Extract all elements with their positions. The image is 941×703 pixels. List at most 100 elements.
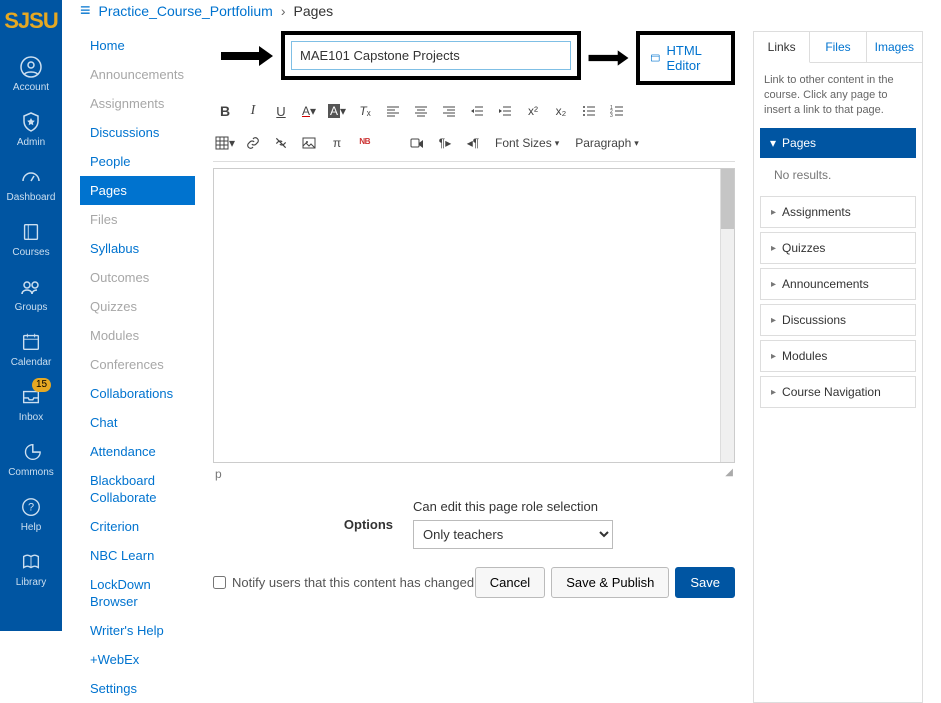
global-nav-commons[interactable]: Commons: [0, 431, 62, 486]
italic-button[interactable]: I: [241, 99, 265, 123]
save-publish-button[interactable]: Save & Publish: [551, 567, 669, 598]
course-nav-item[interactable]: Blackboard Collaborate: [80, 466, 195, 512]
people-icon: [18, 274, 44, 300]
global-nav-admin[interactable]: Admin: [0, 101, 62, 156]
edit-role-select[interactable]: Only teachers: [413, 520, 613, 549]
course-nav-item[interactable]: Announcements: [80, 60, 195, 89]
global-nav-library[interactable]: Library: [0, 541, 62, 596]
course-nav-item[interactable]: Chat: [80, 408, 195, 437]
global-nav-inbox[interactable]: 15 Inbox: [0, 376, 62, 431]
accordion-modules[interactable]: ▸Modules: [760, 340, 916, 372]
resize-handle-icon[interactable]: ◢: [725, 467, 733, 481]
record-button[interactable]: [405, 131, 429, 155]
accordion-quizzes[interactable]: ▸Quizzes: [760, 232, 916, 264]
global-nav-help[interactable]: ? Help: [0, 486, 62, 541]
scrollbar-thumb[interactable]: [721, 169, 734, 229]
global-nav-label: Dashboard: [7, 192, 56, 203]
clear-format-button[interactable]: Tₓ: [353, 99, 377, 123]
calendar-icon: [18, 329, 44, 355]
course-nav-item[interactable]: LockDown Browser: [80, 570, 195, 616]
bullet-list-button[interactable]: [577, 99, 601, 123]
course-nav-item[interactable]: Settings: [80, 674, 195, 703]
save-button[interactable]: Save: [675, 567, 735, 598]
notify-checkbox-row[interactable]: Notify users that this content has chang…: [213, 575, 474, 590]
accordion-announcements[interactable]: ▸Announcements: [760, 268, 916, 300]
rtl-button[interactable]: ◂¶: [461, 131, 485, 155]
code-icon: [650, 51, 661, 65]
accordion-course-navigation[interactable]: ▸Course Navigation: [760, 376, 916, 408]
course-nav-item[interactable]: Modules: [80, 321, 195, 350]
link-button[interactable]: [241, 131, 265, 155]
course-nav-item[interactable]: People: [80, 147, 195, 176]
html-editor-highlight: HTML Editor: [636, 31, 735, 85]
unlink-button[interactable]: [269, 131, 293, 155]
course-nav-item[interactable]: Conferences: [80, 350, 195, 379]
indent-button[interactable]: [493, 99, 517, 123]
inbox-badge: 15: [32, 378, 51, 392]
accordion-assignments[interactable]: ▸Assignments: [760, 196, 916, 228]
image-button[interactable]: [297, 131, 321, 155]
paragraph-dropdown[interactable]: Paragraph▾: [569, 131, 645, 155]
page-title-input[interactable]: [291, 41, 571, 70]
equation-button[interactable]: π: [325, 131, 349, 155]
options-label: Options: [213, 517, 393, 532]
hamburger-icon[interactable]: ≡: [80, 0, 91, 21]
align-right-button[interactable]: [437, 99, 461, 123]
subscript-button[interactable]: x₂: [549, 99, 573, 123]
font-size-dropdown[interactable]: Font Sizes▾: [489, 131, 565, 155]
tab-files[interactable]: Files: [810, 32, 866, 62]
edit-role-label: Can edit this page role selection: [413, 499, 613, 514]
course-nav-item[interactable]: Home: [80, 31, 195, 60]
ltr-button[interactable]: ¶▸: [433, 131, 457, 155]
course-nav-item[interactable]: +WebEx: [80, 645, 195, 674]
course-nav-item[interactable]: Files: [80, 205, 195, 234]
course-nav-item[interactable]: Quizzes: [80, 292, 195, 321]
tab-images[interactable]: Images: [867, 32, 922, 62]
global-nav-account[interactable]: Account: [0, 46, 62, 101]
global-nav-groups[interactable]: Groups: [0, 266, 62, 321]
course-nav-item[interactable]: Collaborations: [80, 379, 195, 408]
html-editor-toggle[interactable]: HTML Editor: [650, 43, 721, 73]
bg-color-button[interactable]: A ▾: [325, 99, 349, 123]
chevron-down-icon: ▾: [770, 136, 776, 150]
notify-checkbox[interactable]: [213, 576, 226, 589]
align-center-button[interactable]: [409, 99, 433, 123]
course-nav-item[interactable]: NBC Learn: [80, 541, 195, 570]
course-nav-item[interactable]: Attendance: [80, 437, 195, 466]
rte-path: p: [215, 467, 222, 481]
media-button[interactable]: ᴺᴮ: [353, 131, 377, 155]
course-nav-item[interactable]: Outcomes: [80, 263, 195, 292]
course-nav-item[interactable]: Criterion: [80, 512, 195, 541]
tab-links[interactable]: Links: [754, 32, 810, 63]
outdent-button[interactable]: [465, 99, 489, 123]
chevron-right-icon: ▸: [771, 279, 776, 290]
accordion-discussions[interactable]: ▸Discussions: [760, 304, 916, 336]
global-nav-calendar[interactable]: Calendar: [0, 321, 62, 376]
rte-body[interactable]: [213, 168, 735, 463]
course-nav-item[interactable]: Pages: [80, 176, 195, 205]
breadcrumb-course[interactable]: Practice_Course_Portfolium: [99, 3, 273, 19]
underline-button[interactable]: U: [269, 99, 293, 123]
bold-button[interactable]: B: [213, 99, 237, 123]
accordion-label: Quizzes: [782, 241, 825, 255]
accordion-pages-header[interactable]: ▾ Pages: [760, 128, 916, 158]
course-nav-item[interactable]: Discussions: [80, 118, 195, 147]
number-list-button[interactable]: 123: [605, 99, 629, 123]
course-nav-item[interactable]: Assignments: [80, 89, 195, 118]
accordion-title: Pages: [782, 136, 816, 150]
global-nav-label: Account: [13, 82, 49, 93]
chevron-right-icon: ▸: [771, 351, 776, 362]
align-left-button[interactable]: [381, 99, 405, 123]
text-color-button[interactable]: A ▾: [297, 99, 321, 123]
cancel-button[interactable]: Cancel: [475, 567, 545, 598]
html-editor-label: HTML Editor: [667, 43, 721, 73]
book-icon: [18, 219, 44, 245]
accordion-label: Discussions: [782, 313, 846, 327]
course-nav-item[interactable]: Syllabus: [80, 234, 195, 263]
superscript-button[interactable]: x²: [521, 99, 545, 123]
scrollbar[interactable]: [720, 169, 734, 462]
table-button[interactable]: ▾: [213, 131, 237, 155]
global-nav-courses[interactable]: Courses: [0, 211, 62, 266]
global-nav-dashboard[interactable]: Dashboard: [0, 156, 62, 211]
library-icon: [18, 549, 44, 575]
